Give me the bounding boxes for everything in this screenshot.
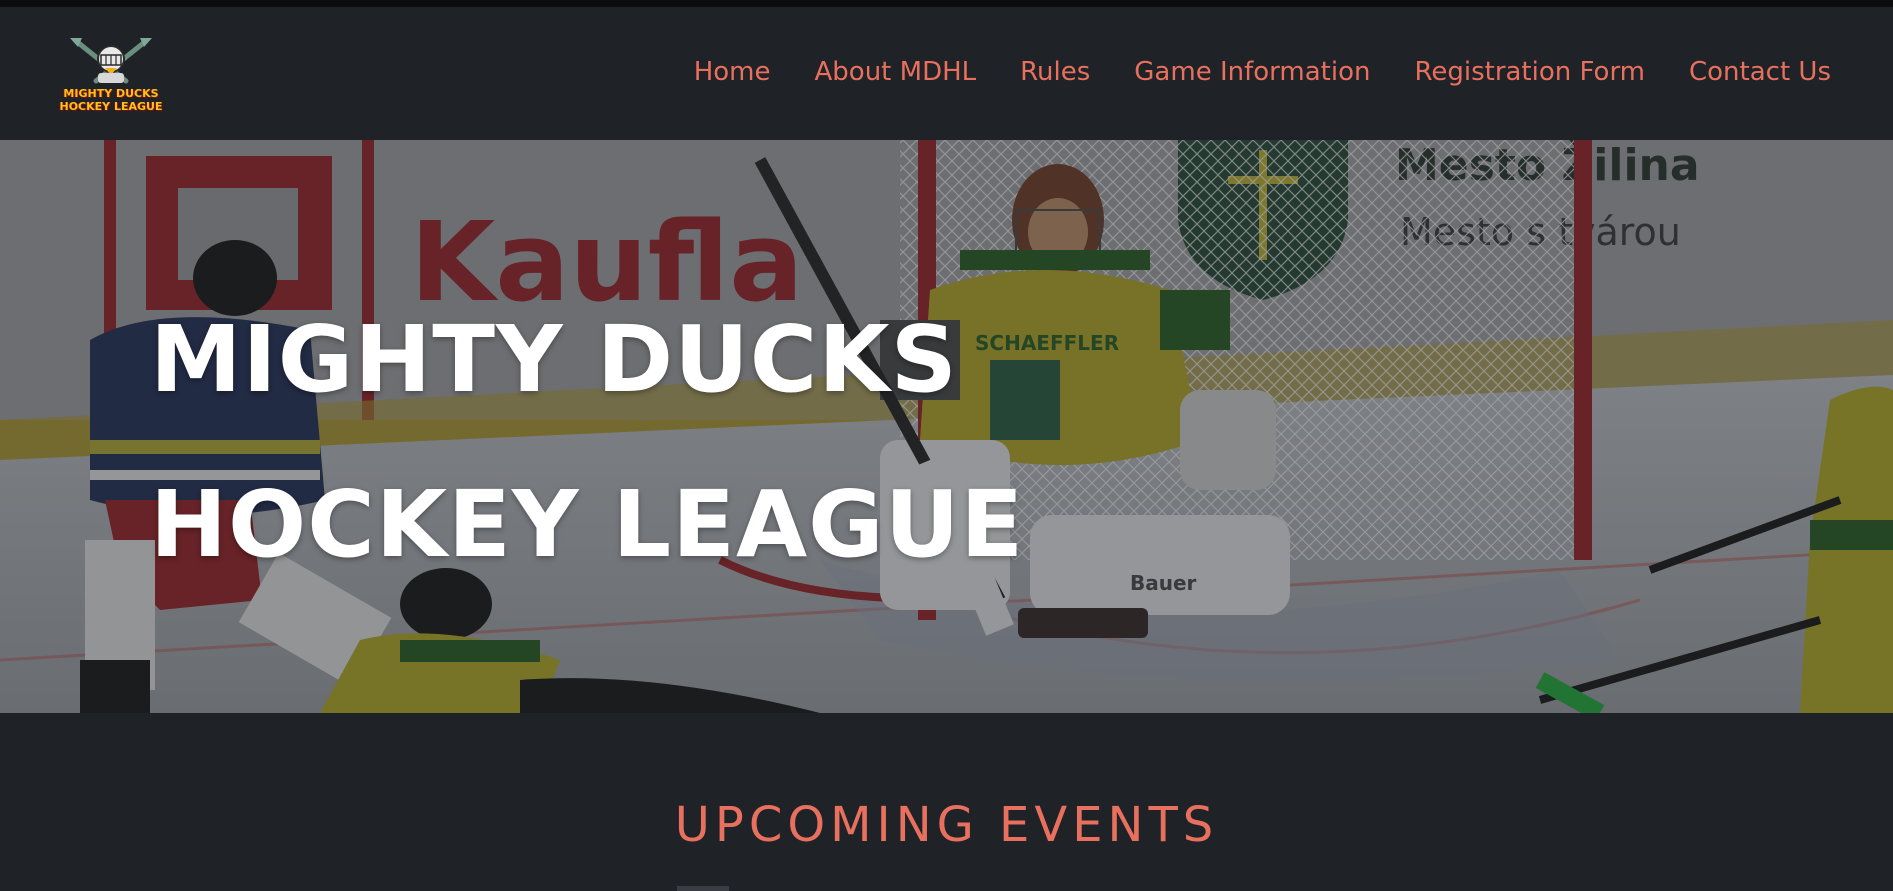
hero-banner: Kaufla Mesto Žilina Mesto s tvárou [0, 140, 1893, 713]
hero-background-image: Kaufla Mesto Žilina Mesto s tvárou [0, 140, 1893, 713]
hero-title-line1: MIGHTY DUCKS [150, 306, 958, 413]
duck-mascot-icon [70, 38, 152, 84]
nav-rules[interactable]: Rules [1020, 55, 1090, 89]
nav-contact-us[interactable]: Contact Us [1689, 55, 1831, 89]
nav-registration-form[interactable]: Registration Form [1414, 55, 1645, 89]
logo-text-line1: MIGHTY DUCKS [63, 87, 159, 100]
site-header: MIGHTY DUCKS HOCKEY LEAGUE Home About MD… [0, 7, 1893, 140]
nav-home[interactable]: Home [694, 55, 771, 89]
upcoming-events-section: UPCOMING EVENTS [0, 713, 1893, 891]
nav-about-mdhl[interactable]: About MDHL [815, 55, 977, 89]
nav-game-information[interactable]: Game Information [1134, 55, 1370, 89]
logo-text-line2: HOCKEY LEAGUE [59, 100, 163, 113]
main-nav: Home About MDHL Rules Game Information R… [694, 55, 1831, 89]
top-strip [0, 0, 1893, 7]
hero-title-line2: HOCKEY LEAGUE [150, 471, 1025, 578]
upcoming-events-heading: UPCOMING EVENTS [674, 797, 1219, 853]
site-logo[interactable]: MIGHTY DUCKS HOCKEY LEAGUE [54, 35, 168, 117]
heading-divider [677, 886, 729, 891]
page: MIGHTY DUCKS HOCKEY LEAGUE Home About MD… [0, 0, 1893, 891]
